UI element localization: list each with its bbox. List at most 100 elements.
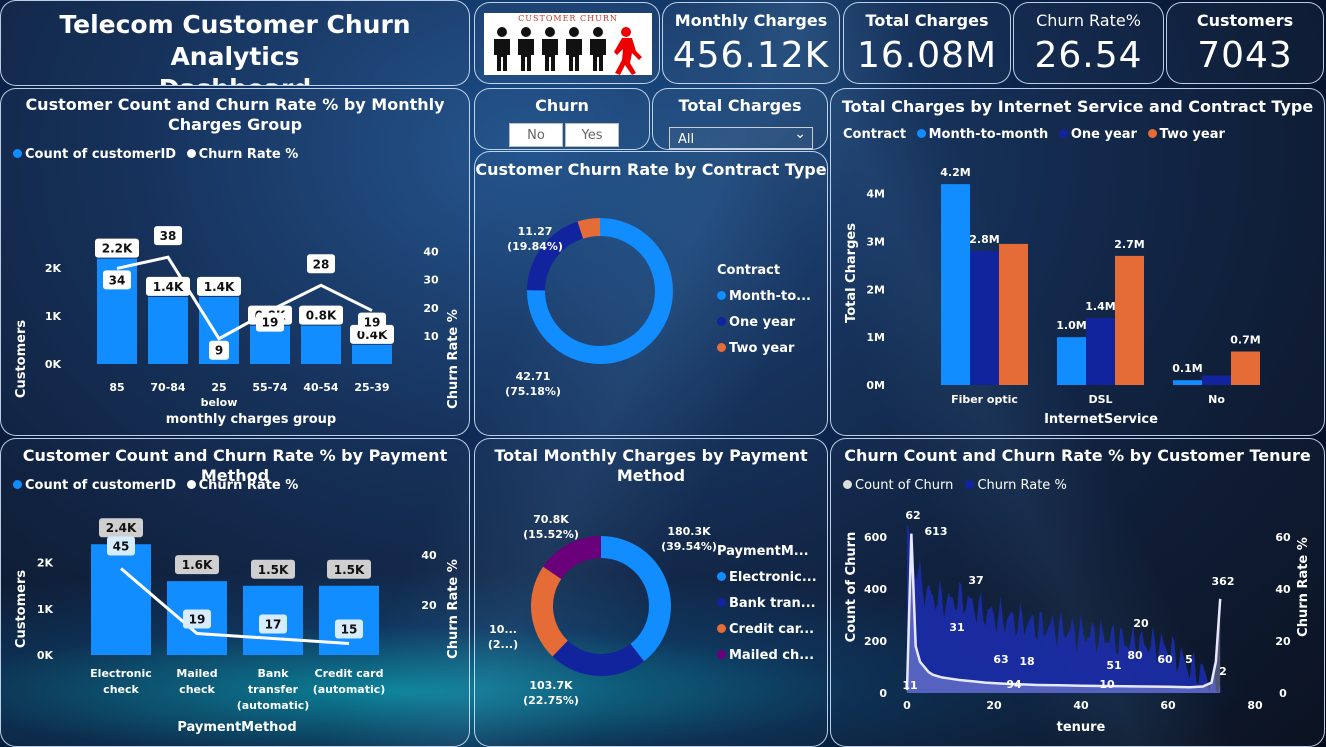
y-tick-label: 600 [864,531,887,544]
line-data-label: 9 [215,344,223,358]
point-data-label: 37 [968,574,983,587]
bar-data-label: 2.4K [106,521,137,535]
kpi-label: Monthly Charges [674,11,828,30]
x-tick-label: 40 [1073,699,1089,712]
y-tick-label: 0K [37,649,54,662]
kpi-label: Total Charges [865,11,989,30]
bar-data-label: 1.4K [204,280,235,294]
total-charges-dropdown[interactable]: All ⌄ [669,126,813,149]
contract-donut-panel: Customer Churn Rate by Contract Type 42.… [474,151,828,436]
y-tick-label: 1K [37,603,54,616]
x-axis-title: tenure [1057,720,1106,735]
y2-tick-label: 20 [421,599,437,612]
legend-label: Credit car... [729,622,815,637]
y-tick-label: 200 [864,635,887,648]
point-data-label: 60 [1157,653,1173,666]
monthly-group-chart[interactable]: 0K 1K 2K 10 20 30 40 Customers Churn Rate % month… [1,89,470,436]
y-axis-title: Count of Churn [844,532,859,643]
y2-tick-label: 0 [1279,687,1287,700]
bar [1057,337,1086,385]
slicer-option-yes[interactable]: Yes [565,123,619,147]
legend-dot [717,343,726,352]
x-axis-title: PaymentMethod [177,720,296,735]
x-tick-label: check [179,683,215,696]
legend-item[interactable]: Mailed ch... [717,643,817,669]
bar-data-label: 1.0M [1056,319,1086,332]
legend-label: One year [729,315,796,330]
person-head-icon [521,27,531,37]
churn-slicer: Churn No Yes [474,88,650,150]
x-tick-label: (automatic) [313,683,386,696]
y2-axis-title: Churn Rate % [1296,537,1311,637]
x-axis-title: InternetService [1044,412,1158,427]
bar-data-label: 4.2M [940,166,970,179]
legend-dot [717,572,726,581]
bar-data-label: 1.4M [1085,300,1115,313]
bar-data-label: 1.4K [153,280,184,294]
donut-slice [552,640,644,676]
legend-label: Electronic... [729,570,817,585]
legend-item[interactable]: Electronic... [717,565,817,591]
x-tick-label: No [1208,393,1225,406]
legend-title: PaymentM... [717,544,809,559]
y2-tick-label: 10 [423,330,439,343]
slicer-option-no[interactable]: No [509,123,563,147]
y-axis-title: Customers [14,570,29,648]
legend-item[interactable]: Month-to... [717,284,811,310]
point-data-label: 20 [1133,617,1149,630]
bar [999,243,1028,385]
bar [1086,318,1115,385]
point-data-label: 80 [1127,649,1143,662]
chart-legend: Contract Month-to... One year Two year [717,258,811,362]
legend-dot [717,650,726,659]
x-tick-label: 25-39 [354,381,389,394]
y2-tick-label: 40 [423,246,439,259]
legend-dot [717,624,726,633]
y-tick-label: 2K [45,262,62,275]
y-tick-label: 400 [864,583,887,596]
tenure-chart[interactable]: 020040060002040600 20 40 60 80Count of Churn… [831,439,1325,747]
legend-item[interactable]: Credit car... [717,617,817,643]
point-data-label: 10 [1099,678,1115,691]
x-tick-label: check [103,683,139,696]
legend-label: Month-to... [729,289,811,304]
y-tick-label: 3M [866,236,885,249]
x-tick-label: transfer [248,683,299,696]
y2-axis-title: Churn Rate % [446,309,461,409]
legend-label: Bank tran... [729,596,816,611]
kpi-label: Churn Rate% [1036,11,1141,30]
churn-rate-area [907,524,1221,693]
bar [970,251,999,385]
x-tick-label: Fiber optic [951,393,1018,406]
y2-axis-title: Churn Rate % [446,559,461,659]
bar [1173,380,1202,385]
logo-card: CUSTOMER CHURN [474,2,660,84]
legend-dot [717,598,726,607]
point-data-label: 613 [925,525,948,538]
x-tick-label: Mailed [176,667,217,680]
kpi-value: 16.08M [856,35,998,76]
y2-tick-label: 20 [423,302,439,315]
churn-rate-line [120,567,350,645]
bar [91,544,151,655]
bar [1231,351,1260,385]
line-data-label: 19 [189,613,206,627]
donut-data-label: 70.8K [533,513,569,526]
point-data-label: 11 [902,679,917,692]
kpi-value: 7043 [1197,35,1293,76]
legend-item[interactable]: One year [717,310,811,336]
kpi-label: Customers [1196,11,1294,30]
legend-title: Contract [717,263,781,278]
legend-item[interactable]: Bank tran... [717,591,817,617]
line-data-label: 34 [109,273,126,287]
bar-data-label: 1.5K [334,563,365,577]
line-data-label: 28 [313,257,330,271]
line-data-label: 45 [113,540,130,554]
legend-item[interactable]: Two year [717,336,811,362]
point-data-label: 362 [1212,575,1235,588]
internet-service-chart[interactable]: 0M 1M 2M 3M 4M Total Charges InternetService 4.… [831,89,1325,436]
slicer-title: Total Charges [678,96,802,115]
person-body-icon [590,39,606,71]
payment-method-chart[interactable]: 0K 1K 2K 20 40 Customers Churn Rate % PaymentMe… [1,439,470,747]
y-tick-label: 0K [45,358,62,371]
